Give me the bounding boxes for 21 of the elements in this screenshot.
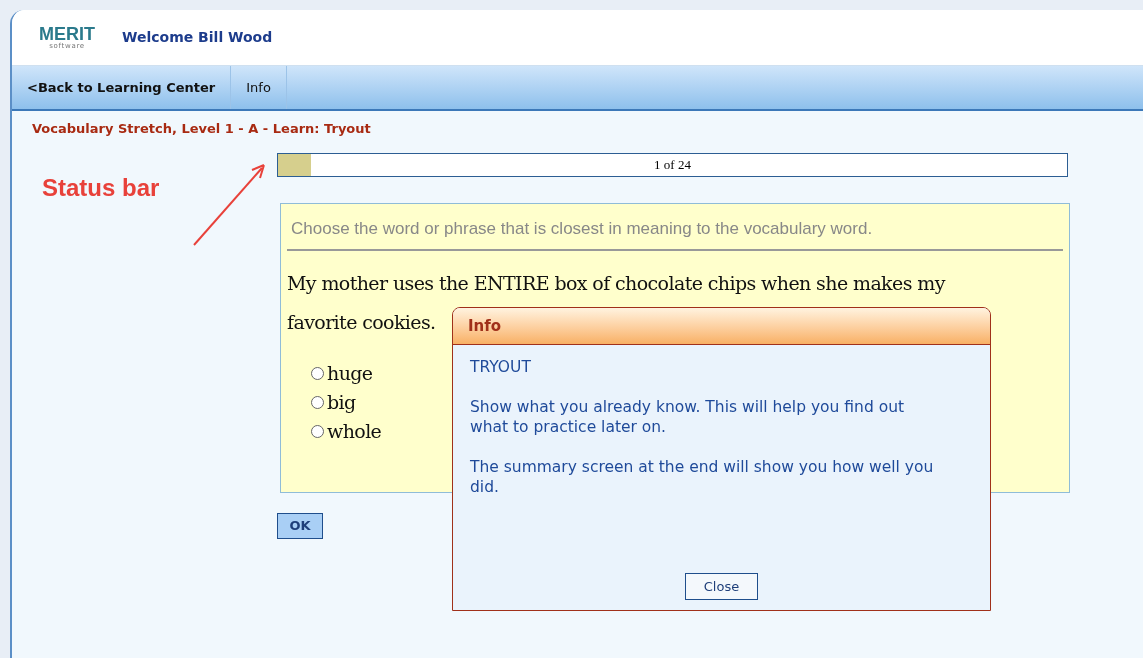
radio-button[interactable] xyxy=(311,366,324,380)
answer-option[interactable]: huge xyxy=(311,360,373,386)
radio-button[interactable] xyxy=(311,395,324,409)
sentence-line: favorite cookies. xyxy=(287,309,436,335)
nav-link[interactable]: Info xyxy=(231,66,287,109)
answer-option[interactable]: whole xyxy=(311,418,382,444)
nav-link[interactable]: <Back to Learning Center xyxy=(12,66,232,109)
dialog-paragraph: The summary screen at the end will show you how well you did. xyxy=(470,457,935,497)
sentence-line: My mother uses the ENTIRE box of chocolate chips when she makes my xyxy=(287,271,947,296)
answer-option[interactable]: big xyxy=(311,389,356,415)
annotation-label: Status bar xyxy=(42,173,160,203)
dialog-title: Info xyxy=(468,315,502,337)
close-button[interactable]: Close xyxy=(685,573,758,600)
dialog-heading: TRYOUT xyxy=(470,357,532,377)
dialog-paragraph: Show what you already know. This will help you find out what to practice later on. xyxy=(470,397,906,437)
ok-button[interactable]: OK xyxy=(277,512,323,539)
welcome-text: Welcome Bill Wood xyxy=(122,28,273,47)
progress-reading: 1 of 24 xyxy=(654,155,691,174)
instruction-text: Choose the word or phrase that is closest in meaning to the vocabulary word. xyxy=(287,203,1063,251)
radio-button[interactable] xyxy=(311,424,324,438)
lesson-title: Vocabulary Stretch, Level 1 - A - Learn: Tryout xyxy=(32,120,372,138)
